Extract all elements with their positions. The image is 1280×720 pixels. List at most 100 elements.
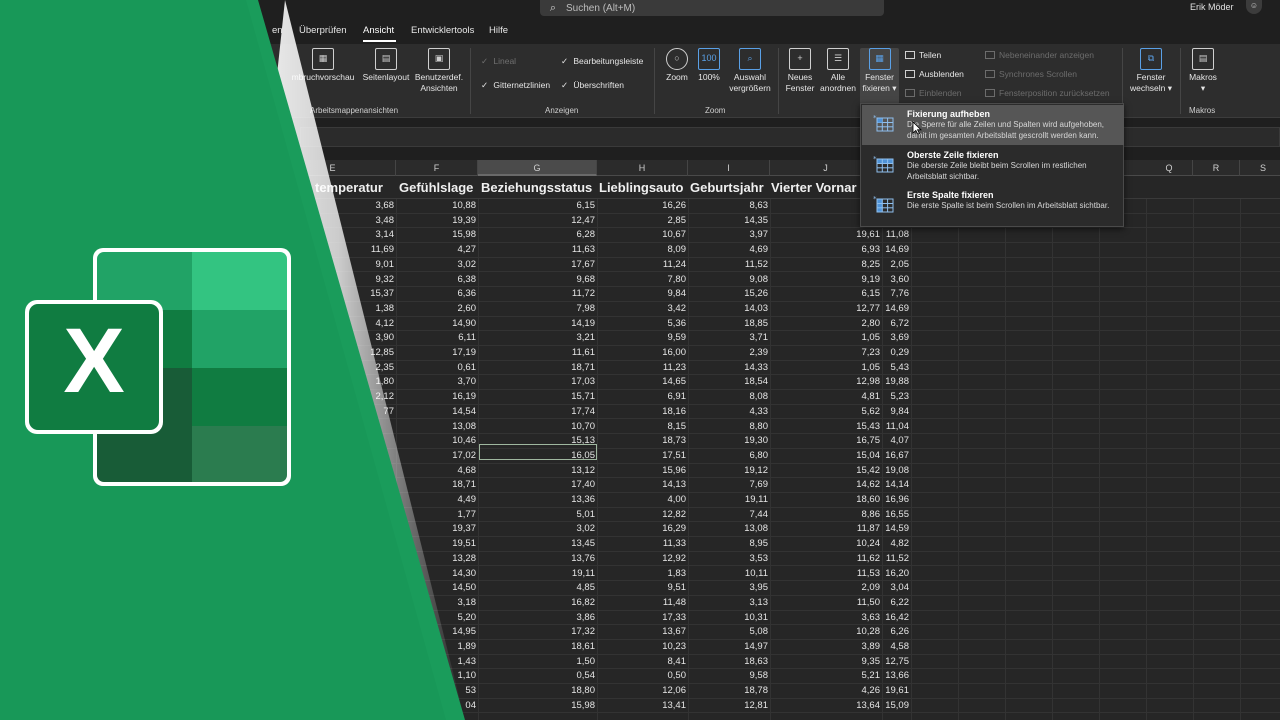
table-cell[interactable]: 9,59 (668, 332, 687, 343)
table-cell[interactable]: 3,68 (376, 200, 395, 211)
table-cell[interactable]: 15,98 (571, 700, 595, 711)
table-cell[interactable]: 19,37 (452, 523, 476, 534)
table-cell[interactable]: 7,23 (862, 347, 881, 358)
zoom-100-button[interactable]: 100 100% (695, 48, 723, 83)
table-cell[interactable]: 53 (465, 685, 476, 696)
macros-button[interactable]: ▤ Makros ▾ (1184, 48, 1222, 94)
table-cell[interactable]: 18,71 (452, 479, 476, 490)
tab-partial[interactable]: en (272, 25, 283, 36)
table-cell[interactable]: 19,61 (856, 229, 880, 240)
table-cell[interactable]: 3,14 (376, 229, 395, 240)
header-cell[interactable]: Geburtsjahr (690, 180, 764, 195)
table-cell[interactable]: 1,05 (862, 332, 881, 343)
table-cell[interactable]: 3,95 (750, 582, 769, 593)
table-cell[interactable]: 16,20 (885, 568, 909, 579)
table-cell[interactable]: 19,51 (452, 538, 476, 549)
column-header-r[interactable]: R (1193, 160, 1240, 176)
table-cell[interactable]: 13,08 (452, 421, 476, 432)
table-cell[interactable]: 5,08 (750, 626, 769, 637)
table-cell[interactable]: 14,50 (452, 582, 476, 593)
table-cell[interactable]: 11,52 (745, 259, 768, 270)
table-cell[interactable]: 0,29 (891, 347, 910, 358)
tab-view[interactable]: Ansicht (363, 25, 394, 36)
table-cell[interactable]: 5,62 (862, 406, 881, 417)
column-header-f[interactable]: F (396, 160, 478, 176)
side-by-side-button[interactable]: Nebeneinander anzeigen (985, 50, 1094, 60)
table-cell[interactable]: 14,03 (744, 303, 768, 314)
table-cell[interactable]: 8,41 (668, 656, 687, 667)
table-cell[interactable]: 17,19 (452, 347, 476, 358)
custom-views-button[interactable]: ▣ Benutzerdef. Ansichten (414, 48, 464, 94)
table-cell[interactable]: 16,42 (885, 612, 909, 623)
avatar[interactable]: ☺ (1246, 0, 1262, 14)
table-cell[interactable]: 9,32 (376, 274, 395, 285)
table-cell[interactable]: 14,13 (662, 479, 686, 490)
gridlines-checkbox[interactable]: ✓ Gitternetzlinien (481, 80, 550, 91)
table-cell[interactable]: 19,30 (744, 435, 768, 446)
table-cell[interactable]: 19,11 (572, 568, 595, 579)
table-cell[interactable]: 2,35 (376, 362, 395, 373)
tab-review[interactable]: Überprüfen (299, 25, 347, 36)
table-cell[interactable]: 14,69 (885, 303, 909, 314)
table-cell[interactable]: 15,98 (452, 229, 476, 240)
table-cell[interactable]: 3,48 (376, 215, 395, 226)
table-cell[interactable]: 1,89 (458, 641, 477, 652)
table-cell[interactable]: 11,63 (572, 244, 595, 255)
table-cell[interactable]: 16,19 (452, 391, 476, 402)
table-cell[interactable]: 17,67 (571, 259, 595, 270)
menu-item-unfreeze[interactable]: * Fixierung aufheben Die Sperre für alle… (862, 105, 1124, 145)
table-cell[interactable]: 7,98 (577, 303, 596, 314)
table-cell[interactable]: 4,81 (862, 391, 881, 402)
table-cell[interactable]: 17,33 (662, 612, 686, 623)
table-cell[interactable]: 11,24 (663, 259, 686, 270)
table-cell[interactable]: 3,53 (750, 553, 769, 564)
table-cell[interactable]: 15,26 (744, 288, 768, 299)
table-cell[interactable]: 1,05 (862, 362, 881, 373)
table-cell[interactable]: 14,97 (744, 641, 768, 652)
table-cell[interactable]: 2,60 (458, 303, 477, 314)
zoom-selection-button[interactable]: ⌕ Auswahl vergrößern (727, 48, 773, 94)
table-cell[interactable]: 14,19 (571, 318, 595, 329)
table-cell[interactable]: 17,74 (571, 406, 595, 417)
table-cell[interactable]: 12,82 (662, 509, 686, 520)
table-cell[interactable]: 1,83 (668, 568, 687, 579)
table-cell[interactable]: 13,36 (571, 494, 595, 505)
sync-scroll-button[interactable]: Synchrones Scrollen (985, 69, 1077, 79)
table-cell[interactable]: 19,08 (885, 465, 909, 476)
search-box[interactable]: ⌕ Suchen (Alt+M) (540, 0, 884, 16)
table-cell[interactable]: 12,06 (662, 685, 686, 696)
table-cell[interactable]: 16,29 (662, 523, 686, 534)
table-cell[interactable]: 17,02 (452, 450, 476, 461)
table-cell[interactable]: 10,31 (744, 612, 768, 623)
table-cell[interactable]: 9,84 (668, 288, 687, 299)
table-cell[interactable]: 15,04 (856, 450, 880, 461)
table-cell[interactable]: 14,54 (452, 406, 476, 417)
split-button[interactable]: Teilen (905, 50, 941, 60)
table-cell[interactable]: 9,08 (750, 274, 769, 285)
table-cell[interactable]: 11,08 (886, 229, 909, 240)
table-cell[interactable]: 16,96 (885, 494, 909, 505)
table-cell[interactable]: 8,63 (750, 200, 769, 211)
table-cell[interactable]: 18,73 (662, 435, 686, 446)
table-cell[interactable]: 10,88 (452, 200, 476, 211)
table-cell[interactable]: 18,78 (744, 685, 768, 696)
table-cell[interactable]: 6,93 (862, 244, 881, 255)
table-cell[interactable]: 18,85 (744, 318, 768, 329)
table-cell[interactable]: 12,92 (662, 553, 686, 564)
tab-developer[interactable]: Entwicklertools (411, 25, 474, 36)
table-cell[interactable]: 18,71 (571, 362, 595, 373)
column-header-s[interactable]: S (1240, 160, 1280, 176)
table-cell[interactable]: 1,77 (458, 509, 477, 520)
table-cell[interactable]: 19,39 (452, 215, 476, 226)
table-cell[interactable]: 11,04 (886, 421, 909, 432)
table-cell[interactable]: 12,81 (744, 700, 768, 711)
column-header-h[interactable]: H (597, 160, 688, 176)
table-cell[interactable]: 1,10 (458, 670, 477, 681)
table-cell[interactable]: 2,05 (891, 259, 910, 270)
table-cell[interactable]: 3,69 (891, 332, 910, 343)
table-cell[interactable]: 13,08 (744, 523, 768, 534)
table-cell[interactable]: 17,40 (571, 479, 595, 490)
table-cell[interactable]: 2,09 (862, 582, 881, 593)
table-cell[interactable]: 1,50 (577, 656, 596, 667)
table-cell[interactable]: 4,00 (668, 494, 687, 505)
